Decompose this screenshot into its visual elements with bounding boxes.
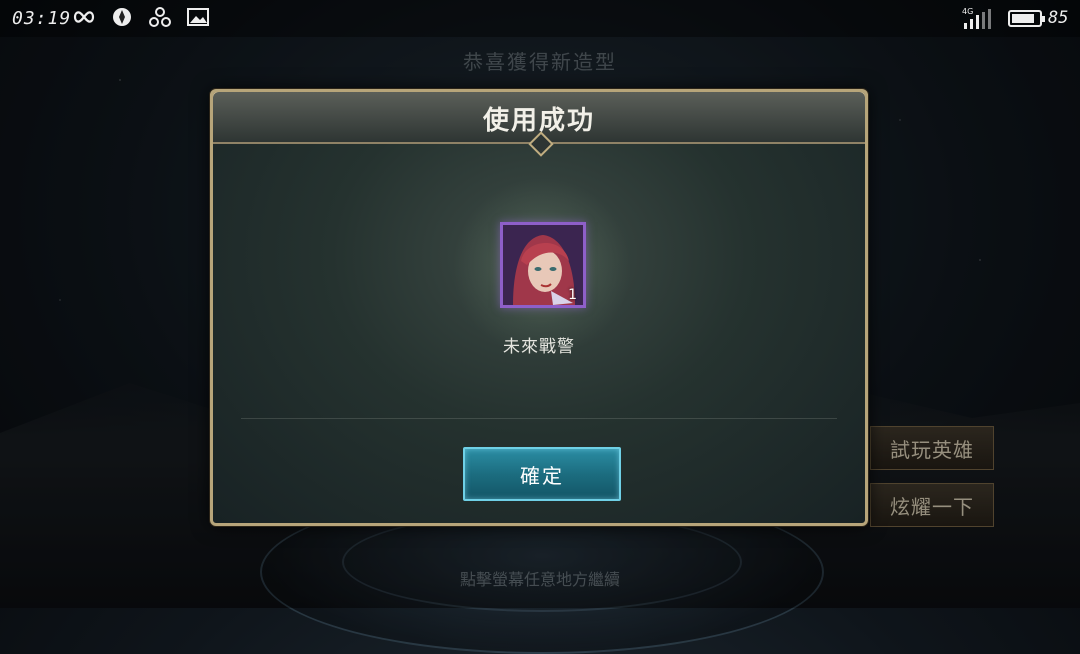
- image-icon: [186, 6, 210, 28]
- dialog-divider: [241, 418, 837, 419]
- app-icon: [110, 6, 134, 28]
- network-type-label: 4G: [962, 7, 974, 16]
- battery-level: [1012, 14, 1035, 23]
- notification-icons: [72, 6, 210, 28]
- frame-corner: [213, 92, 239, 118]
- battery-percent: 85: [1048, 8, 1069, 28]
- battery-icon: [1008, 10, 1045, 27]
- confirm-button[interactable]: 確定: [463, 447, 621, 501]
- share-icon: [148, 6, 172, 28]
- frame-corner: [839, 92, 865, 118]
- infinity-icon: [72, 6, 96, 28]
- status-time: 03:19: [12, 8, 72, 29]
- item-name: 未來戰警: [503, 337, 575, 357]
- status-bar: 03:19 4G 85: [0, 0, 1080, 37]
- item-count: 1: [568, 287, 577, 303]
- signal-icon: 4G: [962, 7, 996, 29]
- success-dialog: 使用成功 1 未來戰警 確定: [210, 89, 868, 526]
- skin-item-card: 1: [500, 222, 586, 308]
